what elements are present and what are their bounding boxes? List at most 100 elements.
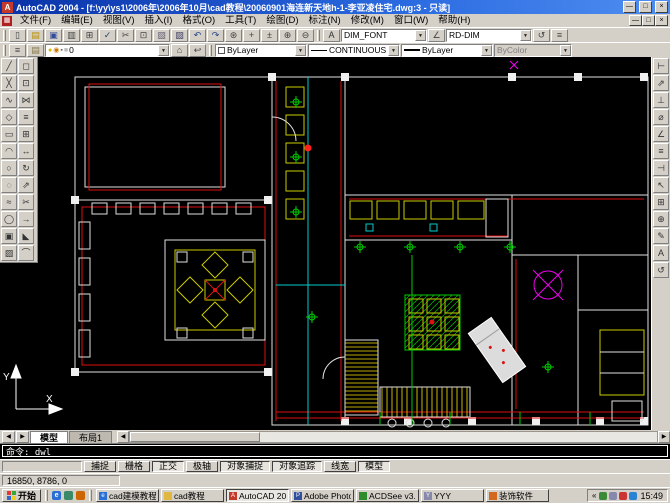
tab-scroll-right-button[interactable]: ▶	[16, 431, 29, 443]
baseline-dimension-icon[interactable]: ≡	[653, 143, 669, 159]
tab-layout1[interactable]: 布局1	[69, 431, 112, 443]
status-toggle-otrack[interactable]: 对象追踪	[272, 461, 322, 472]
trim-icon[interactable]: ✂	[18, 194, 34, 210]
layer-properties-icon[interactable]: ≡	[9, 44, 26, 57]
fillet-icon[interactable]: ⌒	[18, 245, 34, 261]
toolbar-grip[interactable]	[3, 45, 6, 56]
restore-button[interactable]: □	[639, 1, 652, 13]
dimension-update-icon[interactable]: ↺	[653, 262, 669, 278]
ellipse-icon[interactable]: ◯	[1, 211, 17, 227]
erase-icon[interactable]: ◻	[18, 58, 34, 74]
menu-item-4[interactable]: 格式(O)	[177, 14, 220, 27]
status-toggle-osnap[interactable]: 对象捕捉	[220, 461, 270, 472]
spline-icon[interactable]: ≈	[1, 194, 17, 210]
show-desktop-icon[interactable]	[64, 491, 73, 500]
scroll-right-icon[interactable]: ▶	[658, 431, 670, 443]
new-icon[interactable]: ▯	[9, 29, 26, 42]
ordinate-dimension-icon[interactable]: ⊥	[653, 92, 669, 108]
offset-icon[interactable]: ≡	[18, 109, 34, 125]
layer-previous-icon[interactable]: ↩	[189, 44, 206, 57]
media-player-icon[interactable]	[76, 491, 85, 500]
dimension-update-icon[interactable]: ↺	[533, 29, 550, 42]
dimension-edit-icon[interactable]: ≡	[551, 29, 568, 42]
insert-block-icon[interactable]: ▣	[1, 228, 17, 244]
status-toggle-lwt[interactable]: 线宽	[324, 461, 356, 472]
chevron-down-icon[interactable]: ▼	[520, 30, 531, 41]
angular-dimension-icon[interactable]: ∠	[653, 126, 669, 142]
menu-item-0[interactable]: 文件(F)	[15, 14, 56, 27]
polyline-icon[interactable]: ∿	[1, 92, 17, 108]
menu-item-7[interactable]: 标注(N)	[304, 14, 346, 27]
doc-close-button[interactable]: ×	[655, 15, 668, 26]
task-yyy[interactable]: YYYY	[421, 489, 484, 502]
status-toggle-snap[interactable]: 捕捉	[84, 461, 116, 472]
pan-icon[interactable]: +	[243, 29, 260, 42]
mirror-icon[interactable]: ⋈	[18, 92, 34, 108]
task-cad-tutorial[interactable]: cad教程	[161, 489, 224, 502]
dimension-text-icon[interactable]: A	[653, 245, 669, 261]
dim-style-combo[interactable]: DIM_FONT ▼	[341, 29, 427, 42]
menu-item-3[interactable]: 插入(I)	[139, 14, 177, 27]
status-toggle-model[interactable]: 模型	[358, 461, 390, 472]
toolbar-grip[interactable]	[3, 30, 6, 41]
antivirus-icon[interactable]	[619, 492, 627, 500]
task-decor-software[interactable]: 装饰软件	[486, 489, 549, 502]
arc-icon[interactable]: ◠	[1, 143, 17, 159]
print-icon[interactable]: ▥	[63, 29, 80, 42]
dimension-edit-icon[interactable]: ✎	[653, 228, 669, 244]
doc-restore-button[interactable]: □	[642, 15, 655, 26]
chamfer-icon[interactable]: ◣	[18, 228, 34, 244]
hyperlink-icon[interactable]: ⊛	[225, 29, 242, 42]
menu-item-10[interactable]: 帮助(H)	[433, 14, 475, 27]
chevron-down-icon[interactable]: ▼	[481, 45, 492, 56]
paste-icon[interactable]: ▧	[153, 29, 170, 42]
zoom-realtime-icon[interactable]: ±	[261, 29, 278, 42]
command-window[interactable]: 命令: dwl	[0, 443, 670, 459]
hatch-icon[interactable]: ▨	[1, 245, 17, 261]
chevron-down-icon[interactable]: ▼	[158, 45, 169, 56]
cut-icon[interactable]: ✂	[117, 29, 134, 42]
menu-item-6[interactable]: 绘图(D)	[261, 14, 303, 27]
menu-item-9[interactable]: 窗口(W)	[389, 14, 433, 27]
menu-item-1[interactable]: 编辑(E)	[56, 14, 98, 27]
status-toggle-polar[interactable]: 极轴	[186, 461, 218, 472]
save-icon[interactable]: ▣	[45, 29, 62, 42]
task-acdsee[interactable]: ACDSee v3.1...	[356, 489, 419, 502]
scrollbar-thumb[interactable]	[130, 432, 260, 442]
dim-name-combo[interactable]: RD-DIM ▼	[446, 29, 532, 42]
print-preview-icon[interactable]: ⊞	[81, 29, 98, 42]
redo-icon[interactable]: ↷	[207, 29, 224, 42]
array-icon[interactable]: ⊞	[18, 126, 34, 142]
close-button[interactable]: ×	[655, 1, 668, 13]
qq-icon[interactable]	[629, 492, 637, 500]
start-button[interactable]: 开始	[2, 489, 41, 502]
input-method-icon[interactable]	[599, 492, 607, 500]
volume-icon[interactable]	[609, 492, 617, 500]
aligned-dimension-icon[interactable]: ⇗	[653, 75, 669, 91]
tab-model[interactable]: 模型	[30, 431, 68, 443]
status-toggle-ortho[interactable]: 正交	[152, 461, 184, 472]
layer-combo[interactable]: ●◉▪■ 0 ▼	[45, 44, 170, 57]
menu-item-5[interactable]: 工具(T)	[220, 14, 261, 27]
circle-icon[interactable]: ○	[1, 160, 17, 176]
tab-scroll-left-button[interactable]: ◀	[2, 431, 15, 443]
layer-states-icon[interactable]: ▤	[27, 44, 44, 57]
zoom-previous-icon[interactable]: ⊖	[297, 29, 314, 42]
continue-dimension-icon[interactable]: ⊣	[653, 160, 669, 176]
task-autocad[interactable]: AAutoCAD 200...	[226, 489, 289, 502]
drawing-area[interactable]: Y X ╱╳∿◇▭◠○◌≈◯▣▨ ◻⊡⋈≡⊞↔↻⇗✂→◣⌒ ⊢⇗⊥⌀∠≡⊣↖⊞⊕…	[0, 57, 670, 430]
rectangle-icon[interactable]: ▭	[1, 126, 17, 142]
construction-line-icon[interactable]: ╳	[1, 75, 17, 91]
scroll-left-icon[interactable]: ◀	[117, 431, 129, 443]
scale-icon[interactable]: ⇗	[18, 177, 34, 193]
color-combo[interactable]: ByLayer ▼	[215, 44, 307, 57]
cad-drawing-canvas[interactable]: Y X	[0, 57, 651, 430]
status-toggle-grid[interactable]: 栅格	[118, 461, 150, 472]
chevron-down-icon[interactable]: ▼	[415, 30, 426, 41]
document-icon[interactable]: ▦	[2, 16, 12, 26]
dimension-style-icon[interactable]: ∠	[428, 29, 445, 42]
minimize-button[interactable]: —	[623, 1, 636, 13]
leader-icon[interactable]: ↖	[653, 177, 669, 193]
rotate-icon[interactable]: ↻	[18, 160, 34, 176]
revision-cloud-icon[interactable]: ◌	[1, 177, 17, 193]
